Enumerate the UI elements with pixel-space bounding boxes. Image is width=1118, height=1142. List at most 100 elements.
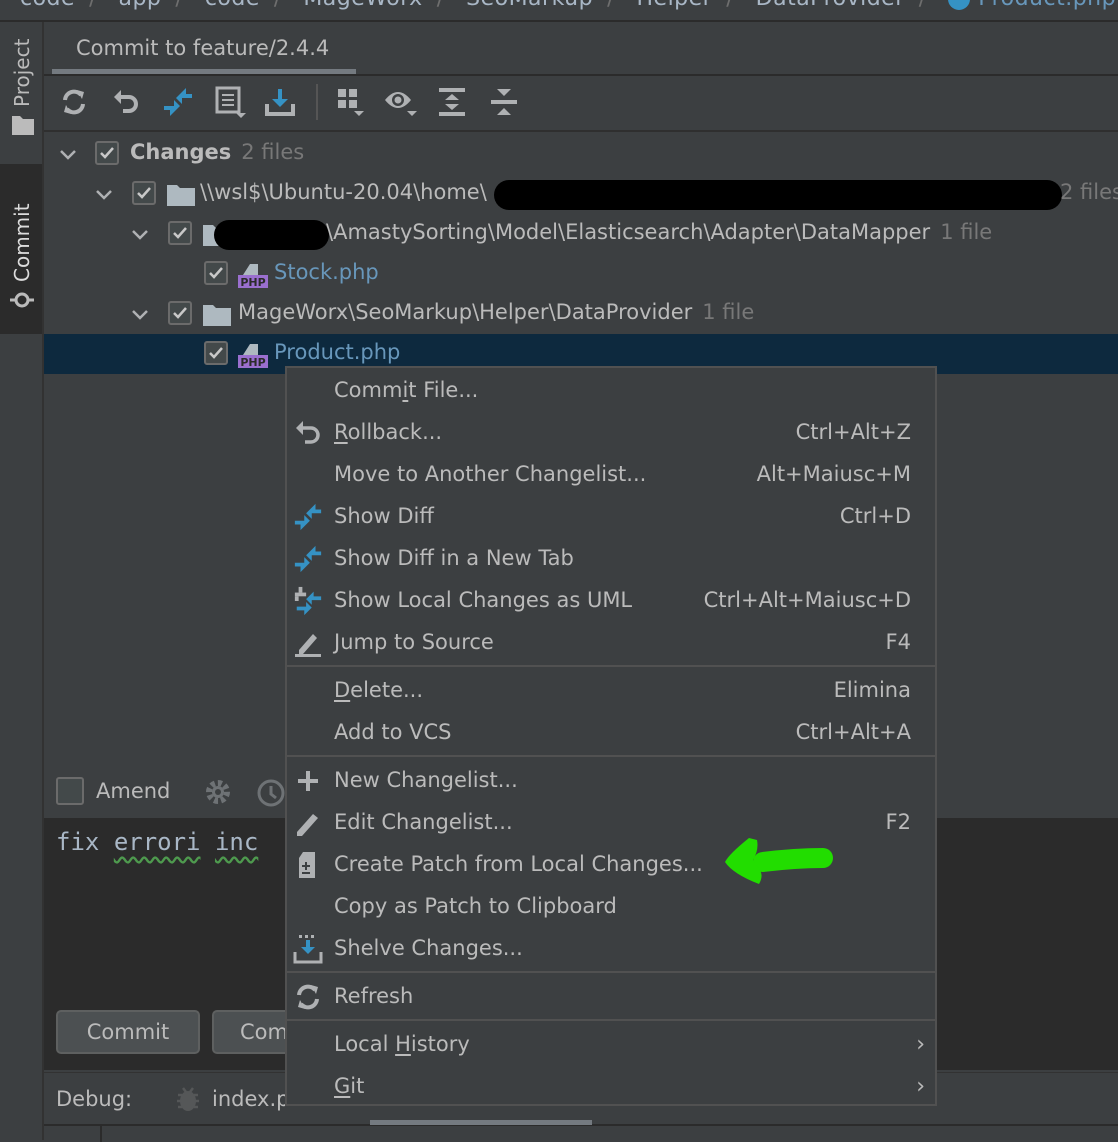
checkbox-folder[interactable] [132,181,156,205]
menu-item-shelve-changes[interactable]: Shelve Changes... [287,928,935,970]
mnemonic: R [334,420,348,444]
menu-item-edit-changelist[interactable]: Edit Changelist... F2 [287,802,935,844]
gear-icon[interactable] [204,778,232,806]
file-count: 2 files [241,140,305,164]
file-name: Stock.php [274,260,379,284]
menu-item-local-history[interactable]: Local History › [287,1024,935,1066]
plus-icon [298,771,318,791]
commit-tool-window-header: Commit to feature/2.4.4 [44,22,1118,76]
chevron-down-icon[interactable] [94,184,114,204]
menu-label: Comm [334,378,403,402]
debug-session-tab[interactable]: index.p [212,1087,289,1111]
collapse-all-icon[interactable] [486,84,522,120]
menu-item-git[interactable]: Git › [287,1066,935,1108]
menu-label: t File... [408,378,479,402]
checkmark-icon [100,147,114,159]
breadcrumb-item[interactable]: SeoMarkup [466,0,593,11]
shelve-icon[interactable] [262,84,298,120]
expand-all-icon[interactable] [434,84,470,120]
menu-item-jump-to-source[interactable]: Jump to Source F4 [287,622,935,664]
commit-button[interactable]: Commit [56,1010,200,1054]
rollback-icon[interactable] [108,84,144,120]
checkbox-folder[interactable] [168,301,192,325]
tree-node-folder[interactable]: \\wsl$\Ubuntu-20.04\home\ 2 files [44,174,1118,214]
menu-item-delete[interactable]: Delete... Elimina [287,670,935,712]
menu-shortcut: F2 [885,810,911,834]
menu-item-rollback[interactable]: Rollback... Ctrl+Alt+Z [287,412,935,454]
breadcrumb-item[interactable]: code [205,0,260,11]
annotation-arrow [725,838,833,884]
menu-shortcut: Alt+Maiusc+M [756,462,911,486]
php-file-icon: PHP [238,264,268,288]
menu-item-copy-patch[interactable]: Copy as Patch to Clipboard [287,886,935,928]
folder-path: MageWorx\SeoMarkup\Helper\DataProvider [238,300,693,324]
menu-item-show-uml[interactable]: Show Local Changes as UML Ctrl+Alt+Maius… [287,580,935,622]
tab-commit[interactable]: Commit to feature/2.4.4 [76,36,329,60]
folder-path: \AmastySorting\Model\Elasticsearch\Adapt… [326,220,931,244]
menu-item-commit-file[interactable]: Commit File... [287,370,935,412]
changelist-icon[interactable] [212,84,248,120]
menu-item-new-changelist[interactable]: New Changelist... [287,760,935,802]
breadcrumb-item[interactable]: app [118,0,161,11]
stripe-button-project[interactable]: Project [0,22,42,142]
tree-node-changes[interactable]: Changes 2 files [44,134,1118,174]
tree-node-folder[interactable]: \AmastySorting\Model\Elasticsearch\Adapt… [44,214,1118,254]
chevron-down-icon[interactable] [58,144,78,164]
amend-checkbox[interactable] [56,777,84,805]
stripe-label-project: Project [10,38,34,107]
history-clock-icon[interactable] [256,778,286,808]
file-count: 2 files [1060,180,1118,204]
refresh-icon [297,984,319,1010]
tree-node-folder[interactable]: MageWorx\SeoMarkup\Helper\DataProvider 1 … [44,294,1118,334]
file-count: 1 file [940,220,993,244]
patch-icon [299,852,315,878]
submenu-arrow-icon: › [916,1074,925,1099]
checkbox-file[interactable] [204,341,228,365]
group-by-icon[interactable] [332,84,368,120]
debug-label: Debug: [56,1087,133,1111]
checkbox-folder[interactable] [168,221,192,245]
breadcrumb-item[interactable]: MageWorx [303,0,422,11]
message-word-misspelled: errori [113,828,201,856]
file-name: Product.php [274,340,401,364]
active-tab-indicator [52,69,356,74]
menu-item-show-diff-new-tab[interactable]: Show Diff in a New Tab [287,538,935,580]
menu-item-refresh[interactable]: Refresh [287,976,935,1018]
breadcrumb-item[interactable]: code [20,0,75,11]
menu-item-create-patch[interactable]: Create Patch from Local Changes... [287,844,935,886]
checkbox-file[interactable] [204,261,228,285]
refresh-icon[interactable] [56,84,92,120]
chevron-down-icon[interactable] [130,304,150,324]
menu-label: Create Patch from Local Changes... [334,852,703,876]
show-diff-icon[interactable] [160,84,196,120]
stripe-button-commit[interactable]: Commit [0,164,42,334]
uml-icon [294,586,322,616]
breadcrumb-item[interactable]: DataProvider [756,0,905,11]
menu-label: Local [334,1032,396,1056]
message-word: fix [56,828,100,856]
menu-label: Edit Changelist... [334,810,513,834]
chevron-down-icon[interactable] [130,224,150,244]
tree-node-file[interactable]: PHP Stock.php [44,254,1118,294]
view-options-icon[interactable] [382,84,418,120]
redaction-mark [494,180,1062,210]
commit-message-input[interactable]: fix errori inc [56,828,258,856]
mnemonic: G [334,1074,351,1098]
menu-label: Shelve Changes... [334,936,523,960]
commit-icon [10,292,34,308]
breadcrumb-current-file[interactable]: Product.php [978,0,1116,11]
checkbox-changes[interactable] [95,141,119,165]
php-class-icon [948,0,971,10]
menu-item-move-to-changelist[interactable]: Move to Another Changelist... Alt+Maiusc… [287,454,935,496]
show-diff-icon [294,545,322,573]
horizontal-scrollbar[interactable] [370,1120,592,1125]
menu-item-show-diff[interactable]: Show Diff Ctrl+D [287,496,935,538]
checkmark-icon [173,227,187,239]
breadcrumb: code/ app/ code/ MageWorx/ SeoMarkup/ He… [0,0,1118,22]
message-word-misspelled: inc [214,828,259,856]
menu-item-add-to-vcs[interactable]: Add to VCS Ctrl+Alt+A [287,712,935,754]
context-menu: Commit File... Rollback... Ctrl+Alt+Z Mo… [285,366,937,1106]
breadcrumb-item[interactable]: Helper [636,0,712,11]
bottom-tool-strip [44,1120,1118,1142]
menu-label: it [350,1074,365,1098]
